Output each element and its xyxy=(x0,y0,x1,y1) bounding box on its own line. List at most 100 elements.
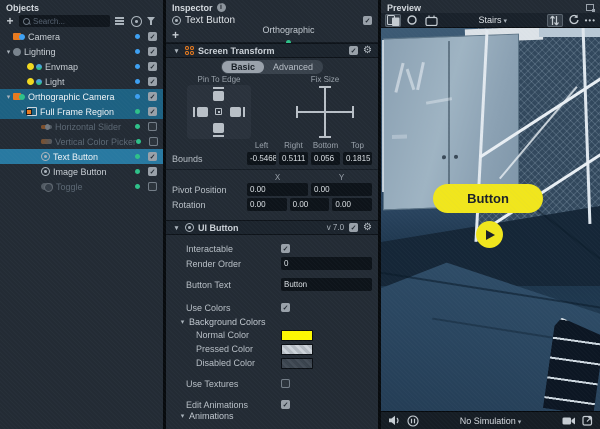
object-enabled-checkbox[interactable] xyxy=(363,16,372,25)
component-enabled-checkbox[interactable] xyxy=(349,46,358,55)
enabled-checkbox[interactable] xyxy=(148,62,157,71)
add-component-button plus-icon[interactable] xyxy=(172,30,179,40)
rotation-z-field[interactable]: 0.00 xyxy=(332,198,372,211)
chevron-down-icon[interactable] xyxy=(178,412,187,419)
device-pair-icon[interactable] xyxy=(385,14,401,27)
use-colors-checkbox[interactable] xyxy=(281,303,290,312)
tree-item-lighting[interactable]: Lighting xyxy=(0,44,163,59)
ui-button-title: UI Button xyxy=(198,223,239,233)
lens-circle-icon[interactable] xyxy=(404,14,420,27)
preview-button-overlay[interactable]: Button xyxy=(433,184,543,213)
chevron-down-icon[interactable] xyxy=(178,318,187,326)
add-object-button plus-icon[interactable] xyxy=(5,16,15,26)
button-text-field[interactable]: Button xyxy=(281,278,372,291)
rotation-y-field[interactable]: 0.00 xyxy=(290,198,330,211)
tab-advanced[interactable]: Advanced xyxy=(264,61,322,73)
visibility-icon[interactable] xyxy=(130,16,142,26)
chevron-down-icon[interactable] xyxy=(172,47,181,55)
disabled-color-label: Disabled Color xyxy=(196,358,281,368)
enabled-checkbox[interactable] xyxy=(149,137,158,146)
bounds-right-field[interactable]: 0.5111 xyxy=(279,152,308,165)
pressed-color-swatch[interactable] xyxy=(281,344,313,355)
green-status-dot xyxy=(135,154,140,159)
tree-item-camera[interactable]: Camera xyxy=(0,29,163,44)
rotation-label: Rotation xyxy=(172,200,244,210)
interactable-checkbox[interactable] xyxy=(281,244,290,253)
filter-icon[interactable] xyxy=(146,16,158,26)
scene-selector-dropdown[interactable]: Stairs xyxy=(442,15,544,25)
pivot-x-field[interactable]: 0.00 xyxy=(247,183,308,196)
simulation-selector-dropdown[interactable]: No Simulation xyxy=(425,416,556,426)
bounds-bottom-field[interactable]: 0.056 xyxy=(311,152,340,165)
device-capture-icon[interactable] xyxy=(423,14,439,27)
rotation-x-field[interactable]: 0.00 xyxy=(247,198,287,211)
pivot-y-field[interactable]: 0.00 xyxy=(311,183,372,196)
render-order-field[interactable]: 0 xyxy=(281,257,372,270)
popout-icon[interactable] xyxy=(586,4,594,11)
light-icon xyxy=(27,78,42,85)
tree-item-light[interactable]: Light xyxy=(0,74,163,89)
play-icon[interactable] xyxy=(476,221,503,248)
animations-row[interactable]: Animations xyxy=(166,412,378,419)
bounds-left-field[interactable]: -0.5468 xyxy=(247,152,276,165)
enabled-checkbox[interactable] xyxy=(148,77,157,86)
disabled-color-swatch[interactable] xyxy=(281,358,313,369)
tree-item-label: Light xyxy=(45,77,65,87)
expander-icon[interactable] xyxy=(4,48,13,56)
screen-transform-header[interactable]: Screen Transform xyxy=(166,43,378,58)
tree-item-image-button[interactable]: Image Button xyxy=(0,164,163,179)
expander-icon[interactable] xyxy=(4,93,13,101)
disabled-color-row: Disabled Color xyxy=(166,356,378,370)
swap-orientation-icon[interactable] xyxy=(547,14,563,27)
chevron-down-icon[interactable] xyxy=(172,224,181,232)
enabled-checkbox[interactable] xyxy=(148,152,157,161)
edit-animations-row: Edit Animations xyxy=(166,397,378,412)
tree-item-horizontal-slider[interactable]: Horizontal Slider xyxy=(0,119,163,134)
light-icon xyxy=(27,63,42,70)
blue-status-dot xyxy=(135,49,140,54)
bounds-top-field[interactable]: 0.1815 xyxy=(343,152,372,165)
tree-item-text-button[interactable]: Text Button xyxy=(0,149,163,164)
enabled-checkbox[interactable] xyxy=(148,107,157,116)
tree-item-full-frame-region[interactable]: Full Frame Region xyxy=(0,104,163,119)
more-options-icon[interactable] xyxy=(585,16,596,25)
tab-basic[interactable]: Basic xyxy=(222,61,264,73)
reset-icon[interactable] xyxy=(566,14,582,27)
preview-viewport[interactable]: Button xyxy=(381,28,600,411)
pause-icon[interactable] xyxy=(407,415,419,427)
enabled-checkbox[interactable] xyxy=(148,167,157,176)
use-colors-row: Use Colors xyxy=(166,300,378,315)
gear-icon[interactable] xyxy=(363,46,372,56)
webcam-icon[interactable] xyxy=(562,416,576,426)
enabled-checkbox[interactable] xyxy=(148,182,157,191)
tree-item-toggle[interactable]: Toggle xyxy=(0,179,163,194)
green-status-dot xyxy=(135,169,140,174)
enabled-checkbox[interactable] xyxy=(148,47,157,56)
button-icon xyxy=(41,167,50,176)
edit-animations-label: Edit Animations xyxy=(186,400,281,410)
enabled-checkbox[interactable] xyxy=(148,122,157,131)
capture-icon[interactable] xyxy=(582,415,593,426)
normal-color-swatch[interactable] xyxy=(281,330,313,341)
ui-button-header[interactable]: UI Button v 7.0 xyxy=(166,220,378,235)
tree-item-envmap[interactable]: Envmap xyxy=(0,59,163,74)
use-colors-label: Use Colors xyxy=(186,303,281,313)
info-icon xyxy=(217,3,226,12)
search-box[interactable] xyxy=(19,15,110,27)
tree-item-orthographic-camera[interactable]: Orthographic Camera xyxy=(0,89,163,104)
list-view-icon[interactable] xyxy=(114,16,126,26)
add-component-row: Orthographic xyxy=(166,28,378,43)
interactable-label: Interactable xyxy=(186,244,281,254)
pin-to-edge-widget[interactable] xyxy=(187,85,251,139)
audio-icon[interactable] xyxy=(388,415,401,426)
search-input[interactable] xyxy=(33,17,106,26)
component-enabled-checkbox[interactable] xyxy=(349,223,358,232)
enabled-checkbox[interactable] xyxy=(148,32,157,41)
enabled-checkbox[interactable] xyxy=(148,92,157,101)
tree-item-vertical-color-picker[interactable]: Vertical Color Picker xyxy=(0,134,163,149)
fix-size-widget[interactable] xyxy=(293,85,357,139)
edit-animations-checkbox[interactable] xyxy=(281,400,290,409)
gear-icon[interactable] xyxy=(363,223,372,233)
use-textures-checkbox[interactable] xyxy=(281,379,290,388)
background-colors-row[interactable]: Background Colors xyxy=(166,315,378,328)
